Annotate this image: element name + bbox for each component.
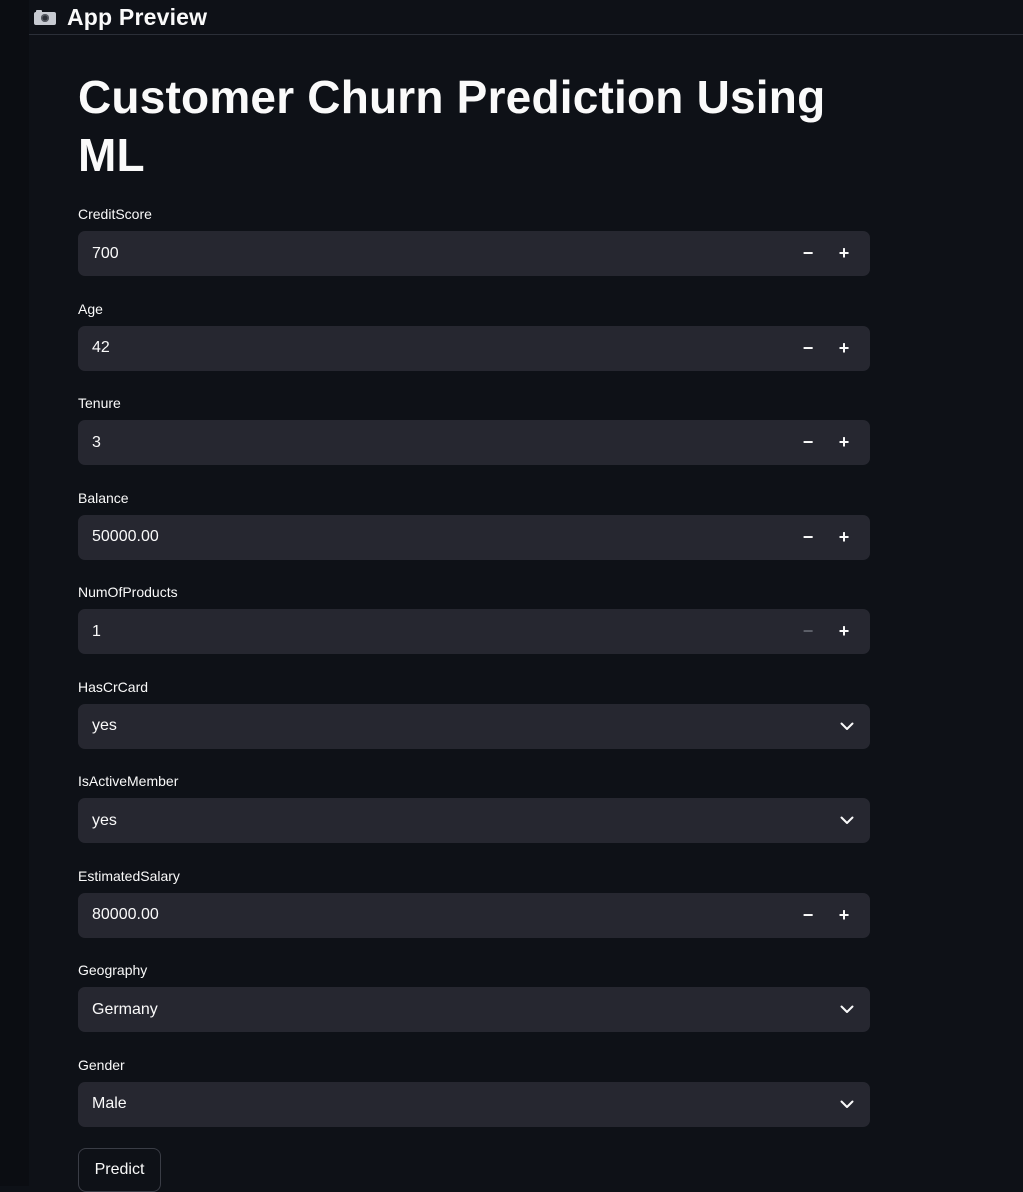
number-stepper: − + [790, 231, 862, 276]
chevron-down-icon[interactable] [824, 704, 870, 749]
field-tenure: Tenure 3 − + [78, 390, 870, 485]
field-label: NumOfProducts [78, 584, 178, 600]
geography-select[interactable]: Germany [78, 987, 870, 1032]
camera-icon [33, 9, 57, 25]
creditscore-input[interactable]: 700 − + [78, 231, 870, 276]
estimatedsalary-input[interactable]: 80000.00 − + [78, 892, 870, 938]
number-stepper: − + [790, 515, 862, 560]
increment-button[interactable]: + [826, 326, 862, 371]
decrement-button[interactable]: − [790, 515, 826, 560]
increment-button[interactable]: + [826, 420, 862, 465]
increment-button[interactable]: + [826, 231, 862, 276]
field-estimatedsalary: EstimatedSalary 80000.00 − + [78, 863, 870, 958]
input-value[interactable]: 700 [92, 245, 790, 263]
field-label: CreditScore [78, 206, 152, 222]
increment-button[interactable]: + [826, 893, 862, 938]
field-label: Balance [78, 489, 129, 506]
chevron-down-icon[interactable] [824, 798, 870, 843]
field-label: Gender [78, 1056, 125, 1073]
number-stepper: − + [790, 326, 862, 371]
field-numofproducts: NumOfProducts 1 − + [78, 579, 870, 674]
field-label: HasCrCard [78, 678, 149, 695]
app-header-title: App Preview [67, 3, 208, 30]
field-label: Tenure [78, 395, 121, 411]
field-age: Age 42 − + [78, 296, 870, 391]
predict-button[interactable]: Predict [78, 1148, 161, 1192]
field-label: Geography [78, 962, 148, 978]
left-edge-strip [0, 0, 29, 1186]
hascrcard-select[interactable]: yes [78, 703, 870, 749]
main-content: Customer Churn Prediction Using ML Credi… [78, 68, 870, 1192]
decrement-button[interactable]: − [790, 420, 826, 465]
page-title: Customer Churn Prediction Using ML [78, 71, 826, 181]
increment-button[interactable]: + [826, 515, 862, 560]
numofproducts-input[interactable]: 1 − + [78, 609, 870, 654]
selected-value: yes [92, 811, 117, 829]
input-value[interactable]: 3 [92, 434, 790, 452]
chevron-down-icon[interactable] [824, 1082, 870, 1127]
field-isactivemember: IsActiveMember yes [78, 768, 870, 863]
number-stepper: − + [790, 609, 862, 654]
age-input[interactable]: 42 − + [78, 325, 870, 371]
input-value[interactable]: 50000.00 [92, 528, 790, 546]
decrement-button[interactable]: − [790, 231, 826, 276]
app-header: App Preview [29, 0, 1023, 35]
input-value[interactable]: 80000.00 [92, 906, 790, 924]
field-label: IsActiveMember [78, 773, 179, 789]
selected-value: Germany [92, 1000, 158, 1018]
field-balance: Balance 50000.00 − + [78, 485, 870, 580]
input-value[interactable]: 1 [92, 623, 790, 641]
field-hascrcard: HasCrCard yes [78, 674, 870, 769]
chevron-down-icon[interactable] [824, 987, 870, 1032]
increment-button[interactable]: + [826, 609, 862, 654]
decrement-button[interactable]: − [790, 893, 826, 938]
isactivemember-select[interactable]: yes [78, 798, 870, 843]
field-label: Age [78, 300, 103, 317]
decrement-button: − [802, 621, 814, 641]
decrement-button[interactable]: − [790, 326, 826, 371]
form-fields: CreditScore 700 − + Age 42 − + Tenure 3 … [78, 201, 870, 1146]
field-label: EstimatedSalary [78, 867, 180, 884]
balance-input[interactable]: 50000.00 − + [78, 514, 870, 560]
number-stepper: − + [790, 893, 862, 938]
selected-value: Male [92, 1095, 127, 1112]
field-gender: Gender Male [78, 1052, 870, 1147]
tenure-input[interactable]: 3 − + [78, 420, 870, 465]
gender-select[interactable]: Male [78, 1081, 870, 1127]
input-value[interactable]: 42 [92, 339, 790, 357]
field-creditscore: CreditScore 700 − + [78, 201, 870, 296]
field-geography: Geography Germany [78, 957, 870, 1052]
number-stepper: − + [790, 420, 862, 465]
selected-value: yes [92, 717, 117, 734]
